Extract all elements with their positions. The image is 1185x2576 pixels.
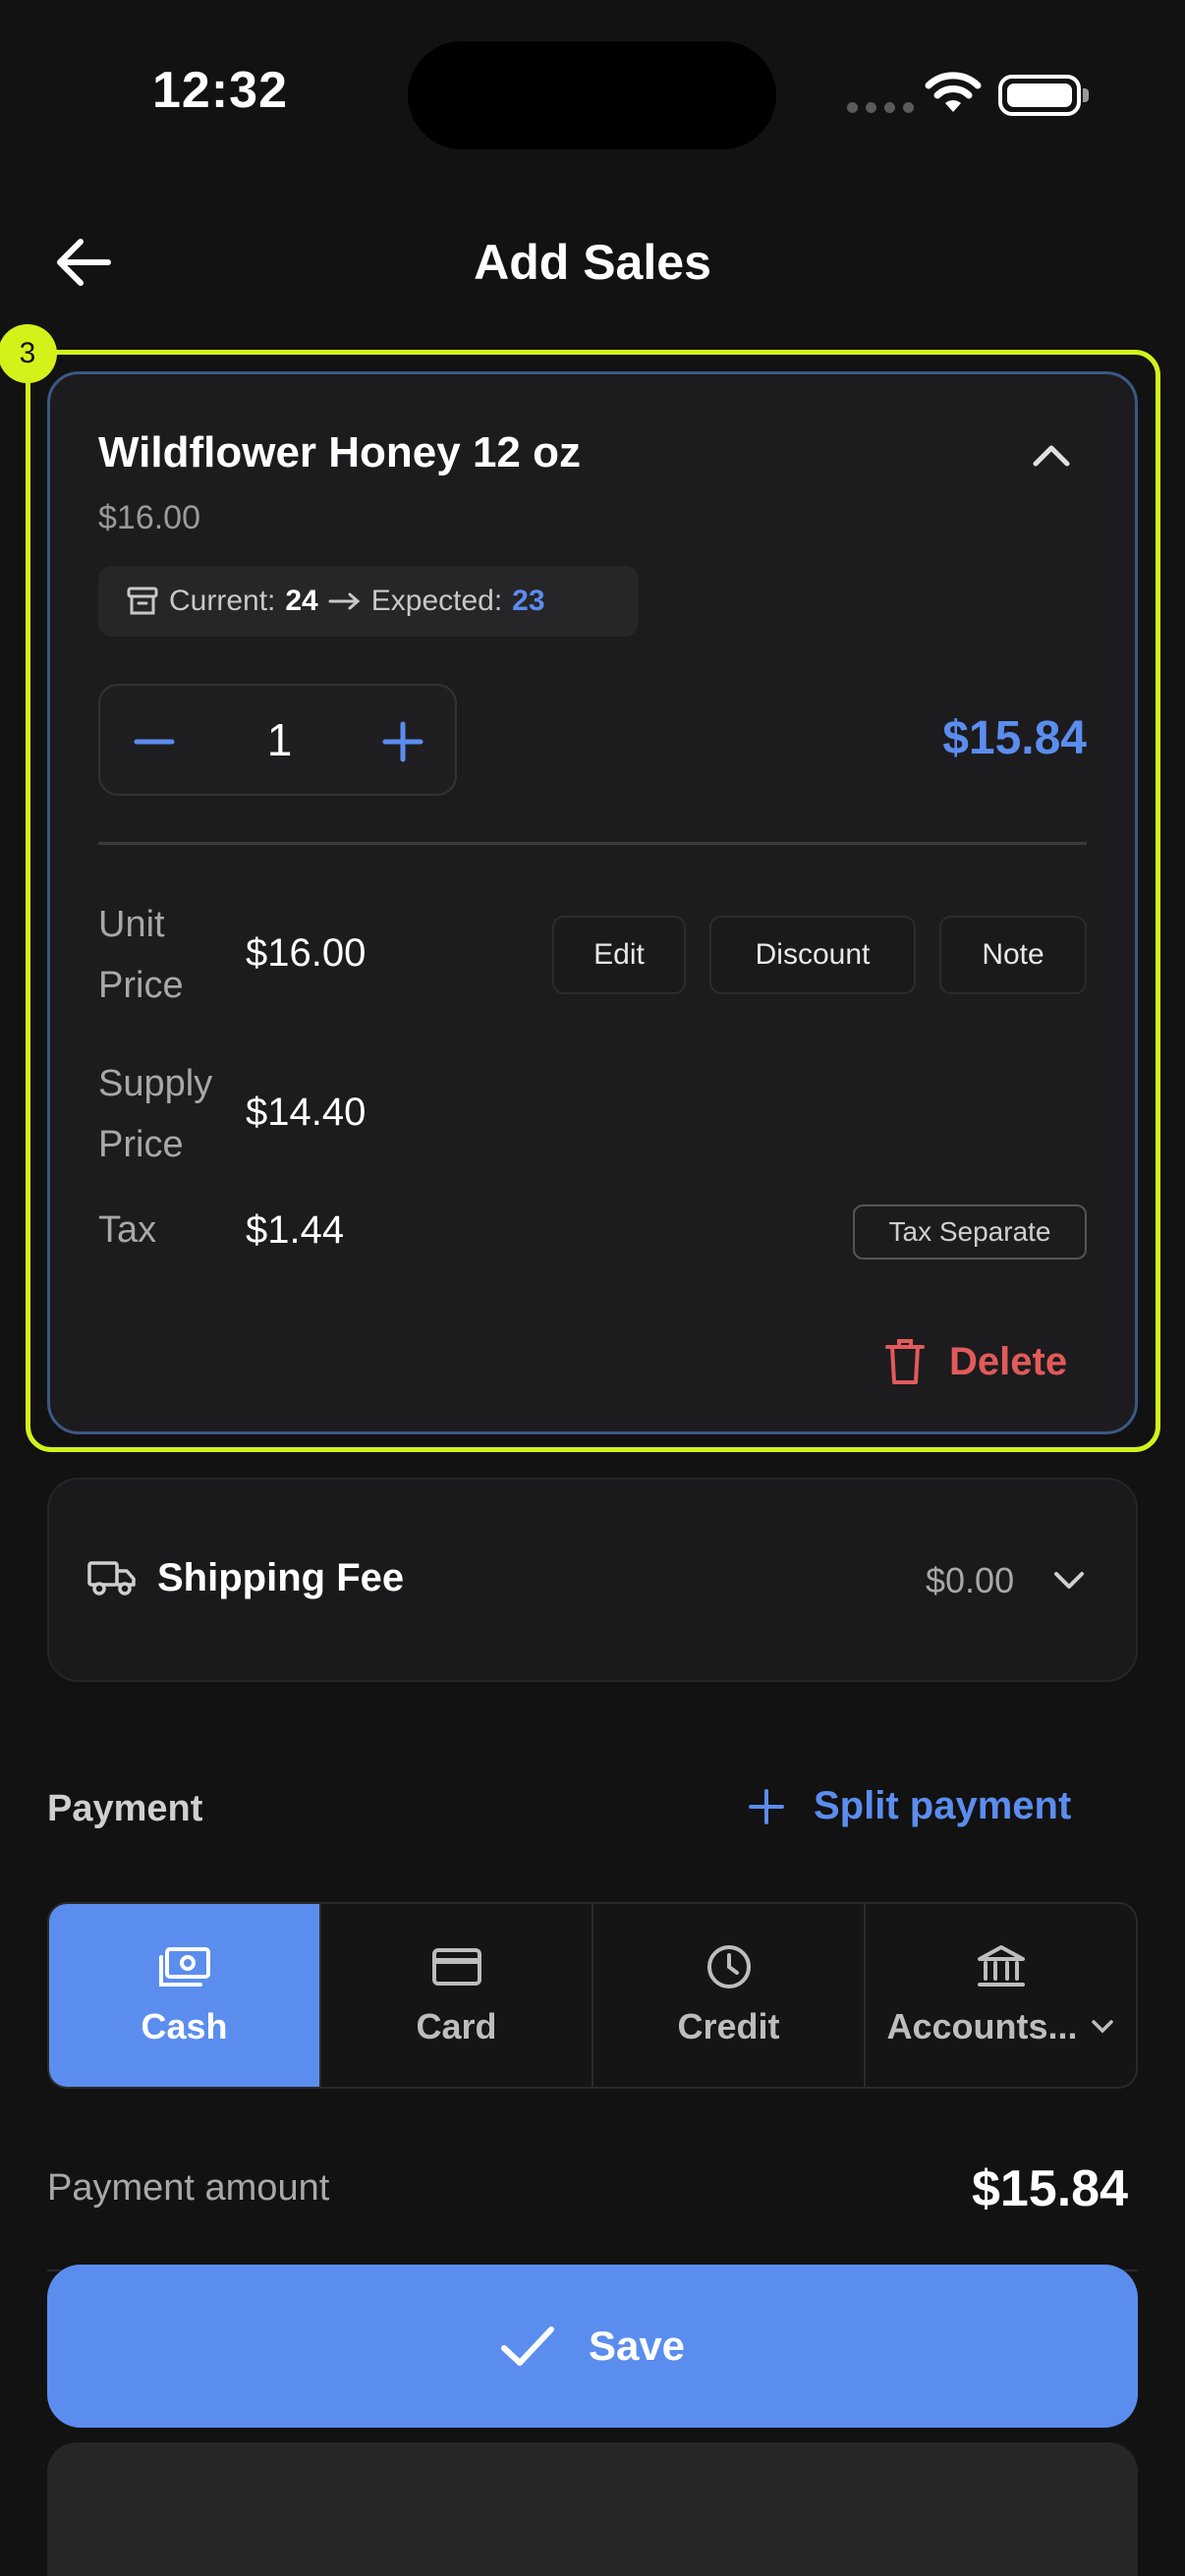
split-payment-label: Split payment bbox=[814, 1784, 1072, 1827]
bottom-panel bbox=[47, 2442, 1138, 2576]
line-total: $15.84 bbox=[942, 712, 1087, 764]
chevron-up-icon[interactable] bbox=[1028, 432, 1075, 479]
battery-icon bbox=[998, 75, 1089, 116]
dynamic-island bbox=[408, 41, 776, 149]
arrow-right-icon bbox=[328, 592, 361, 610]
discount-button[interactable]: Discount bbox=[709, 916, 916, 994]
supply-price-value: $14.40 bbox=[246, 1091, 367, 1134]
checkmark-icon bbox=[500, 2326, 554, 2366]
payment-amount-value: $15.84 bbox=[971, 2160, 1128, 2217]
split-payment-button[interactable]: Split payment bbox=[747, 1784, 1071, 1828]
tax-value: $1.44 bbox=[246, 1208, 345, 1252]
payment-amount-label: Payment amount bbox=[47, 2167, 330, 2209]
payment-method-cash[interactable]: Cash bbox=[49, 1904, 321, 2087]
tax-label: Tax bbox=[98, 1209, 157, 1251]
page-title: Add Sales bbox=[474, 235, 711, 290]
payment-method-label: Cash bbox=[141, 2006, 228, 2046]
cellular-signal-icon bbox=[847, 102, 914, 113]
clock-icon bbox=[706, 1945, 751, 1988]
truck-icon bbox=[87, 1561, 136, 1596]
product-name: Wildflower Honey 12 oz bbox=[98, 428, 582, 476]
delete-label: Delete bbox=[949, 1339, 1068, 1383]
tax-mode-button[interactable]: Tax Separate bbox=[853, 1204, 1087, 1260]
payment-method-selector: Cash Card Credit Accounts... bbox=[47, 1902, 1138, 2089]
highlight-badge: 3 bbox=[0, 324, 57, 383]
unit-price-label: Unit Price bbox=[98, 904, 184, 1006]
payment-method-accounts[interactable]: Accounts... bbox=[866, 1904, 1136, 2087]
stock-expected-label: Expected: bbox=[370, 585, 503, 617]
payment-method-credit[interactable]: Credit bbox=[593, 1904, 866, 2087]
shipping-fee-label: Shipping Fee bbox=[157, 1556, 405, 1599]
quantity-stepper: 1 bbox=[98, 684, 457, 796]
edit-button[interactable]: Edit bbox=[552, 916, 686, 994]
plus-icon bbox=[749, 1788, 784, 1824]
stock-current-value: 24 bbox=[285, 585, 318, 617]
product-price: $16.00 bbox=[98, 499, 200, 536]
card-icon bbox=[431, 1948, 481, 1986]
supply-price-label: Supply Price bbox=[98, 1063, 213, 1165]
cash-icon bbox=[158, 1947, 210, 1987]
wifi-icon bbox=[925, 72, 982, 112]
note-button[interactable]: Note bbox=[939, 916, 1087, 994]
payment-method-label: Credit bbox=[677, 2006, 780, 2046]
chevron-down-icon bbox=[1091, 2020, 1113, 2034]
status-time: 12:32 bbox=[152, 62, 288, 119]
stock-indicator: Current: 24 Expected: 23 bbox=[98, 566, 639, 637]
payment-title: Payment bbox=[47, 1788, 203, 1829]
chevron-down-icon[interactable] bbox=[1051, 1566, 1087, 1596]
payment-method-card[interactable]: Card bbox=[321, 1904, 593, 2087]
payment-method-label: Accounts... bbox=[886, 2006, 1078, 2046]
delete-button[interactable]: Delete bbox=[884, 1332, 1067, 1391]
payment-method-label: Card bbox=[416, 2006, 497, 2046]
divider bbox=[98, 842, 1087, 845]
stock-current-label: Current: bbox=[169, 585, 276, 617]
save-label: Save bbox=[588, 2323, 686, 2369]
bank-icon bbox=[977, 1945, 1025, 1987]
trash-icon bbox=[885, 1339, 925, 1384]
archive-icon bbox=[127, 587, 158, 615]
save-button[interactable]: Save bbox=[47, 2265, 1138, 2428]
plus-icon[interactable] bbox=[380, 719, 425, 764]
stock-expected-value: 23 bbox=[512, 585, 545, 617]
shipping-fee-amount: $0.00 bbox=[926, 1560, 1015, 1600]
unit-price-value: $16.00 bbox=[246, 931, 367, 975]
